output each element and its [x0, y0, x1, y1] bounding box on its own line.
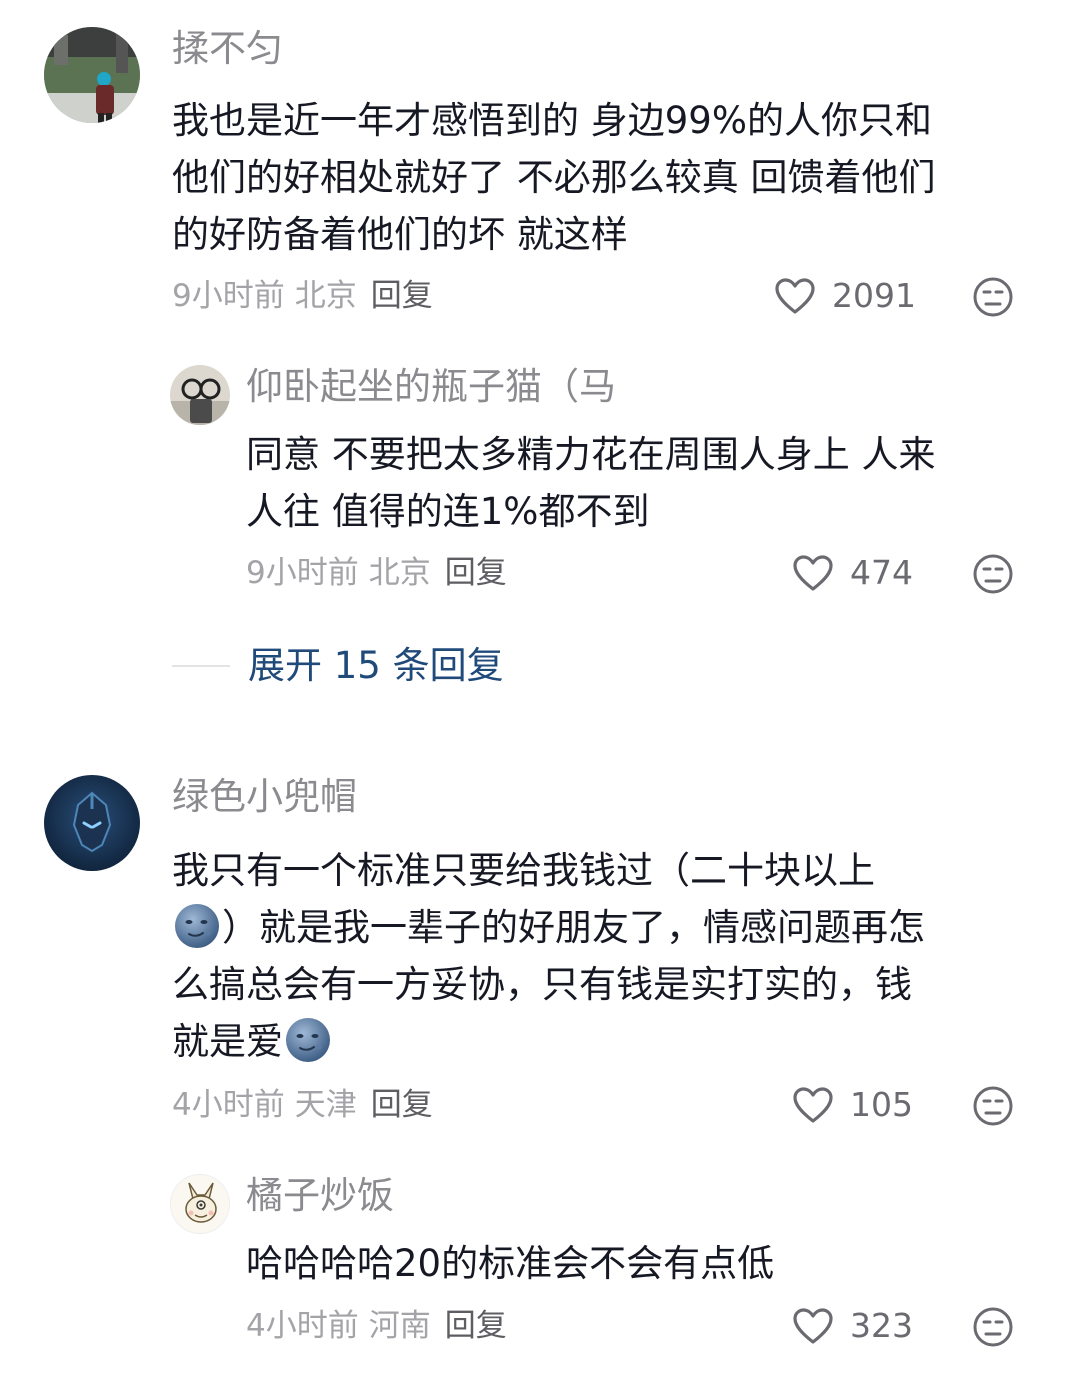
reply-text: 哈哈哈哈20的标准会不会有点低	[246, 1235, 1036, 1292]
comment-meta: 9小时前 北京 回复	[172, 276, 433, 316]
comment-text: 我只有一个标准只要给我钱过（二十块以上 ）就是我一辈子的好朋友了，情感问题再怎 …	[172, 842, 1052, 1070]
comment-text-line: 就是爱	[172, 1013, 1052, 1070]
meh-face-icon[interactable]	[972, 1085, 1014, 1127]
comment-meta: 4小时前 天津 回复	[172, 1085, 433, 1125]
reply-username[interactable]: 仰卧起坐的瓶子猫（马	[246, 363, 616, 411]
heart-outline-icon	[793, 1087, 833, 1123]
reply-time: 9小时前	[246, 555, 359, 591]
comment-text-line: ）就是我一辈子的好朋友了，情感问题再怎	[172, 899, 1052, 956]
reply-text-line: 人往 值得的连1%都不到	[246, 490, 650, 533]
comment-text-line: 我也是近一年才感悟到的 身边99%的人你只和	[172, 99, 932, 142]
like-count: 105	[850, 1085, 913, 1124]
reply-button[interactable]: 回复	[445, 1308, 507, 1344]
like-count: 2091	[832, 276, 916, 315]
comment-text-segment: ）就是我一辈子的好朋友了，情感问题再怎	[222, 906, 925, 949]
like-count: 474	[850, 553, 913, 592]
reply-username[interactable]: 橘子炒饭	[246, 1172, 394, 1220]
like-button[interactable]: 105	[792, 1085, 913, 1125]
comment-text-line: 的好防备着他们的坏 就这样	[172, 213, 628, 256]
reply-text-line: 哈哈哈哈20的标准会不会有点低	[246, 1242, 775, 1285]
comment-text-segment: 就是爱	[172, 1020, 283, 1063]
expand-divider	[172, 665, 230, 667]
comment-time: 4小时前	[172, 1087, 285, 1123]
reply-meta: 9小时前 北京 回复	[246, 553, 507, 593]
like-count: 323	[850, 1306, 913, 1345]
meh-face-icon[interactable]	[972, 553, 1014, 595]
heart-outline-icon	[793, 555, 833, 591]
heart-outline-icon	[775, 278, 815, 314]
avatar[interactable]	[170, 1174, 230, 1234]
comment-text: 我也是近一年才感悟到的 身边99%的人你只和 他们的好相处就好了 不必那么较真 …	[172, 92, 1042, 263]
reply-text-line: 同意 不要把太多精力花在周围人身上 人来	[246, 433, 936, 476]
avatar[interactable]	[170, 365, 230, 425]
meh-face-icon[interactable]	[972, 276, 1014, 318]
avatar[interactable]	[44, 27, 140, 123]
comment-username[interactable]: 揉不匀	[172, 25, 283, 73]
like-button[interactable]: 474	[792, 553, 913, 593]
comment-text-line: 他们的好相处就好了 不必那么较真 回馈着他们	[172, 156, 936, 199]
comment-username[interactable]: 绿色小兜帽	[172, 773, 357, 821]
moon-face-emoji	[286, 1018, 330, 1062]
reply-time: 4小时前	[246, 1308, 359, 1344]
username-fade	[630, 363, 720, 413]
like-button[interactable]: 323	[792, 1306, 913, 1346]
reply-text: 同意 不要把太多精力花在周围人身上 人来 人往 值得的连1%都不到	[246, 426, 1036, 540]
reply-button[interactable]: 回复	[445, 555, 507, 591]
reply-location: 北京	[368, 555, 431, 591]
reply-button[interactable]: 回复	[371, 278, 433, 314]
comment-location: 北京	[294, 278, 357, 314]
moon-face-emoji	[175, 904, 219, 948]
reply-button[interactable]: 回复	[371, 1087, 433, 1123]
comment-text-line: 我只有一个标准只要给我钱过（二十块以上	[172, 849, 875, 892]
expand-replies-button[interactable]: 展开 15 条回复	[172, 642, 504, 690]
comment-time: 9小时前	[172, 278, 285, 314]
expand-replies-label: 展开 15 条回复	[248, 644, 504, 687]
like-button[interactable]: 2091	[774, 276, 916, 316]
reply-location: 河南	[368, 1308, 431, 1344]
avatar[interactable]	[44, 775, 140, 871]
meh-face-icon[interactable]	[972, 1306, 1014, 1348]
comment-location: 天津	[294, 1087, 357, 1123]
heart-outline-icon	[793, 1308, 833, 1344]
reply-meta: 4小时前 河南 回复	[246, 1306, 507, 1346]
comment-text-line: 么搞总会有一方妥协，只有钱是实打实的，钱	[172, 963, 912, 1006]
